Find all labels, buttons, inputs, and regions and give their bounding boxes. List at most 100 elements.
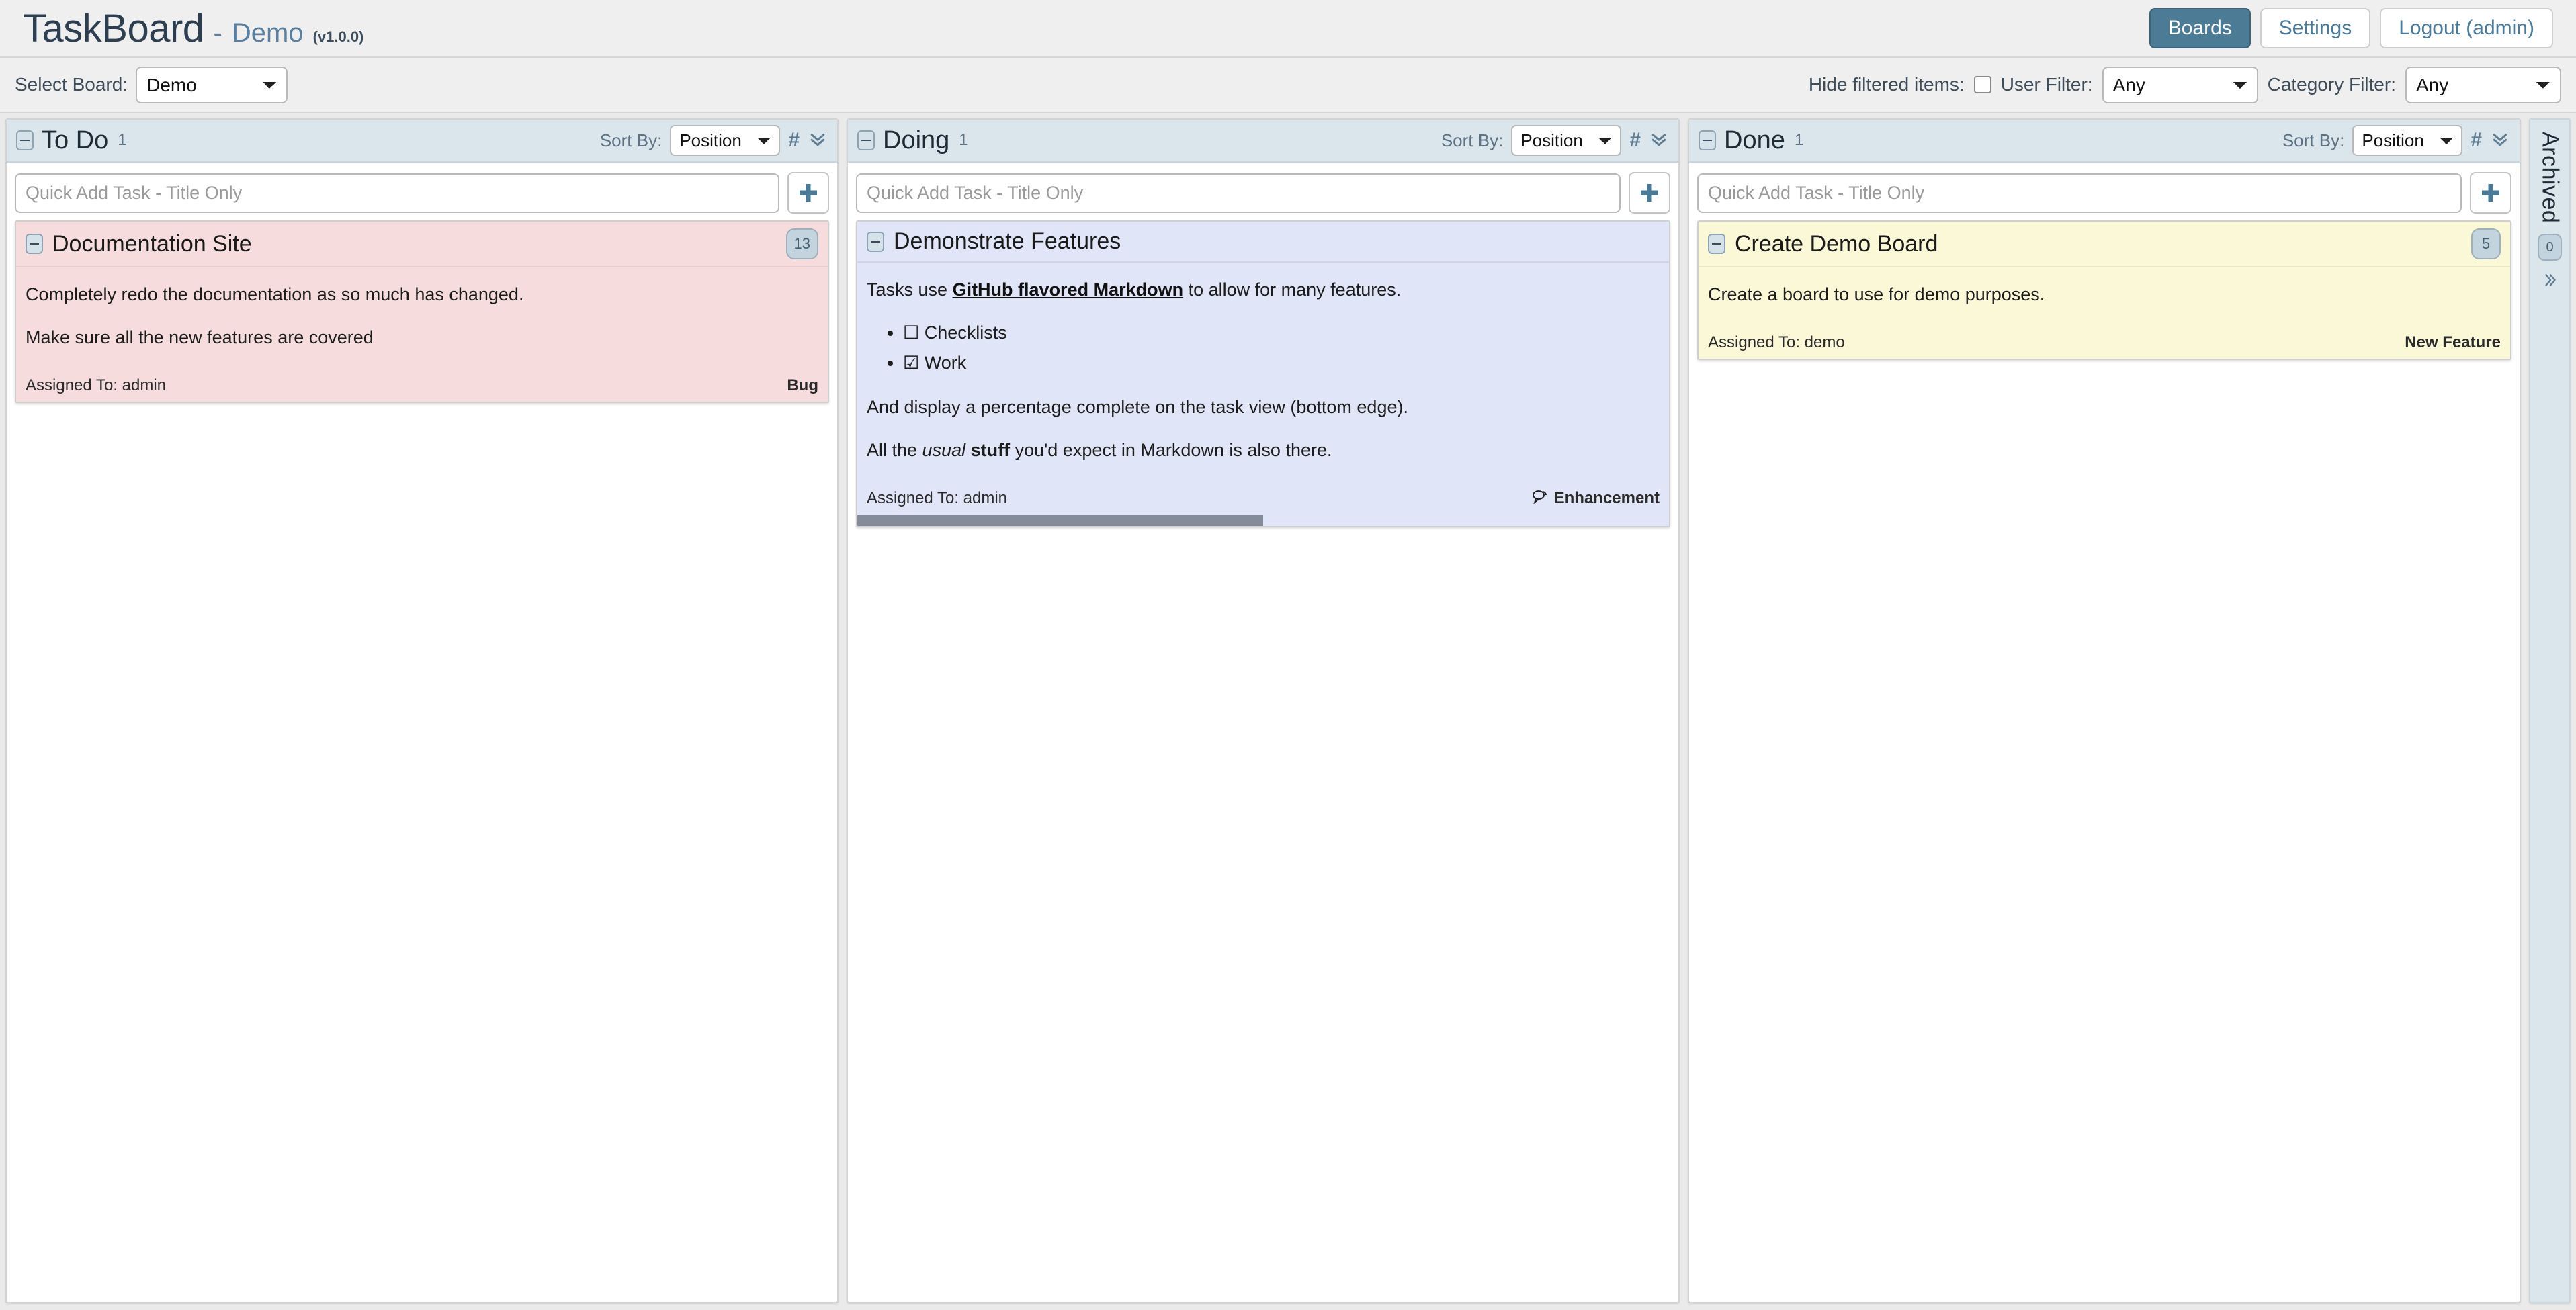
markdown-link[interactable]: GitHub flavored Markdown: [953, 279, 1184, 300]
task-progress-bar: [857, 515, 1669, 526]
task-paragraph: Completely redo the documentation as so …: [26, 284, 524, 304]
quick-add-input[interactable]: [15, 173, 779, 213]
task-description: Tasks use GitHub flavored Markdown to al…: [857, 263, 1669, 485]
task-paragraph: All the usual stuff you'd expect in Mark…: [867, 438, 1660, 462]
task-card-header: Demonstrate Features: [857, 222, 1669, 263]
task-paragraph: And display a percentage complete on the…: [867, 396, 1408, 417]
category-filter-label: Category Filter:: [2267, 74, 2396, 95]
collapse-column-icon[interactable]: [1699, 130, 1716, 150]
task-assignee: Assigned To: admin: [26, 376, 167, 395]
column-task-count: 1: [1794, 131, 1804, 149]
checkbox-unchecked-icon[interactable]: ☐: [903, 322, 919, 343]
column-header-controls: Sort By: Position #: [2282, 125, 2510, 156]
task-card-footer: Assigned To: admin Bug: [16, 372, 828, 402]
top-nav: Boards Settings Logout (admin): [2149, 8, 2553, 48]
sort-by-select[interactable]: Position: [670, 125, 781, 156]
task-assignee: Assigned To: admin: [867, 489, 1008, 508]
board-area: To Do 1 Sort By: Position # Document: [0, 113, 2576, 1310]
task-checklist: ☐ Checklists ☑ Work: [867, 320, 1660, 376]
sort-by-select[interactable]: Position: [1511, 125, 1622, 156]
brand: TaskBoard - Demo (v1.0.0): [23, 6, 363, 51]
collapse-task-icon[interactable]: [1708, 234, 1725, 254]
column-title: Doing: [883, 126, 950, 155]
task-paragraph: Create a board to use for demo purposes.: [1708, 284, 2045, 304]
user-filter-label: User Filter:: [2000, 74, 2093, 95]
sort-by-select[interactable]: Position: [2352, 125, 2463, 156]
task-title: Demonstrate Features: [894, 228, 1121, 254]
md-strong: stuff: [970, 439, 1011, 460]
archived-count-badge: 0: [2538, 234, 2562, 261]
task-category-label: New Feature: [2405, 333, 2501, 352]
collapse-column-icon[interactable]: [16, 130, 34, 150]
column-title: Done: [1724, 126, 1785, 155]
checklist-item-label: Checklists: [924, 322, 1007, 343]
quick-add-input[interactable]: [856, 173, 1621, 213]
checklist-item-label: Work: [924, 353, 967, 374]
nav-boards-button[interactable]: Boards: [2149, 8, 2251, 48]
column-header-controls: Sort By: Position #: [1441, 125, 1669, 156]
board-select[interactable]: Demo: [136, 66, 288, 103]
chevron-double-down-icon[interactable]: [1649, 129, 1669, 152]
quick-add-button[interactable]: [787, 172, 829, 214]
chevron-double-down-icon[interactable]: [808, 129, 828, 152]
task-paragraph: Tasks use GitHub flavored Markdown to al…: [867, 277, 1660, 302]
task-badge-count[interactable]: 5: [2471, 228, 2501, 259]
archived-panel[interactable]: Archived 0: [2529, 118, 2571, 1303]
task-title: Create Demo Board: [1735, 230, 1938, 257]
quick-add-row: [848, 163, 1678, 220]
task-paragraph: Make sure all the new features are cover…: [26, 327, 374, 348]
md-text: Tasks use: [867, 279, 953, 300]
hide-filtered-label: Hide filtered items:: [1808, 74, 1965, 95]
app-version: (v1.0.0): [312, 28, 364, 45]
task-description: Completely redo the documentation as so …: [16, 267, 828, 372]
checklist-item[interactable]: ☐ Checklists: [903, 320, 1660, 345]
filter-bar: Select Board: Demo Hide filtered items: …: [0, 58, 2576, 113]
category-filter-select[interactable]: Any: [2405, 66, 2561, 103]
task-card-header: Create Demo Board 5: [1699, 222, 2510, 267]
md-text: to allow for many features.: [1183, 279, 1402, 300]
column-header: Done 1 Sort By: Position #: [1689, 120, 2520, 163]
column-done: Done 1 Sort By: Position # Create De: [1688, 118, 2521, 1303]
task-card[interactable]: Documentation Site 13 Completely redo th…: [15, 220, 829, 404]
collapse-task-icon[interactable]: [867, 231, 884, 252]
task-card[interactable]: Demonstrate Features Tasks use GitHub fl…: [856, 220, 1670, 527]
hash-icon[interactable]: #: [2471, 130, 2482, 150]
comment-icon: [1531, 489, 1549, 509]
filters-group: Hide filtered items: User Filter: Any Ca…: [1808, 66, 2561, 103]
checkbox-checked-icon[interactable]: ☑: [903, 353, 919, 374]
md-text: All the: [867, 439, 922, 460]
column-title: To Do: [42, 126, 109, 155]
md-emphasis: usual: [922, 439, 966, 460]
task-category: New Feature: [2405, 333, 2501, 352]
checklist-item[interactable]: ☑ Work: [903, 351, 1660, 376]
collapse-task-icon[interactable]: [26, 234, 43, 254]
nav-logout-button[interactable]: Logout (admin): [2380, 8, 2553, 48]
app-title: TaskBoard: [23, 6, 204, 50]
quick-add-row: [1689, 163, 2520, 220]
task-card[interactable]: Create Demo Board 5 Create a board to us…: [1697, 220, 2511, 361]
column-doing: Doing 1 Sort By: Position # Demonstr: [847, 118, 1680, 1303]
collapse-column-icon[interactable]: [857, 130, 875, 150]
top-header-bar: TaskBoard - Demo (v1.0.0) Boards Setting…: [0, 0, 2576, 58]
task-badge-count[interactable]: 13: [785, 228, 818, 259]
md-text: you'd expect in Markdown is also there.: [1010, 439, 1332, 460]
user-filter-select[interactable]: Any: [2102, 66, 2258, 103]
column-todo: To Do 1 Sort By: Position # Document: [5, 118, 839, 1303]
hash-icon[interactable]: #: [788, 130, 800, 150]
title-separator: -: [213, 17, 222, 48]
column-header-controls: Sort By: Position #: [600, 125, 828, 156]
column-cards: Demonstrate Features Tasks use GitHub fl…: [848, 220, 1678, 1302]
hash-icon[interactable]: #: [1629, 130, 1641, 150]
nav-settings-button[interactable]: Settings: [2260, 8, 2371, 48]
chevron-double-right-icon[interactable]: [2541, 271, 2559, 289]
sort-by-label: Sort By:: [599, 130, 662, 150]
task-category-label: Enhancement: [1553, 489, 1660, 508]
quick-add-button[interactable]: [1629, 172, 1670, 214]
quick-add-input[interactable]: [1697, 173, 2462, 213]
task-description: Create a board to use for demo purposes.: [1699, 267, 2510, 329]
hide-filtered-checkbox[interactable]: [1973, 76, 1991, 93]
chevron-double-down-icon[interactable]: [2490, 129, 2510, 152]
quick-add-button[interactable]: [2470, 172, 2511, 214]
task-card-header: Documentation Site 13: [16, 222, 828, 267]
column-cards: Create Demo Board 5 Create a board to us…: [1689, 220, 2520, 1302]
